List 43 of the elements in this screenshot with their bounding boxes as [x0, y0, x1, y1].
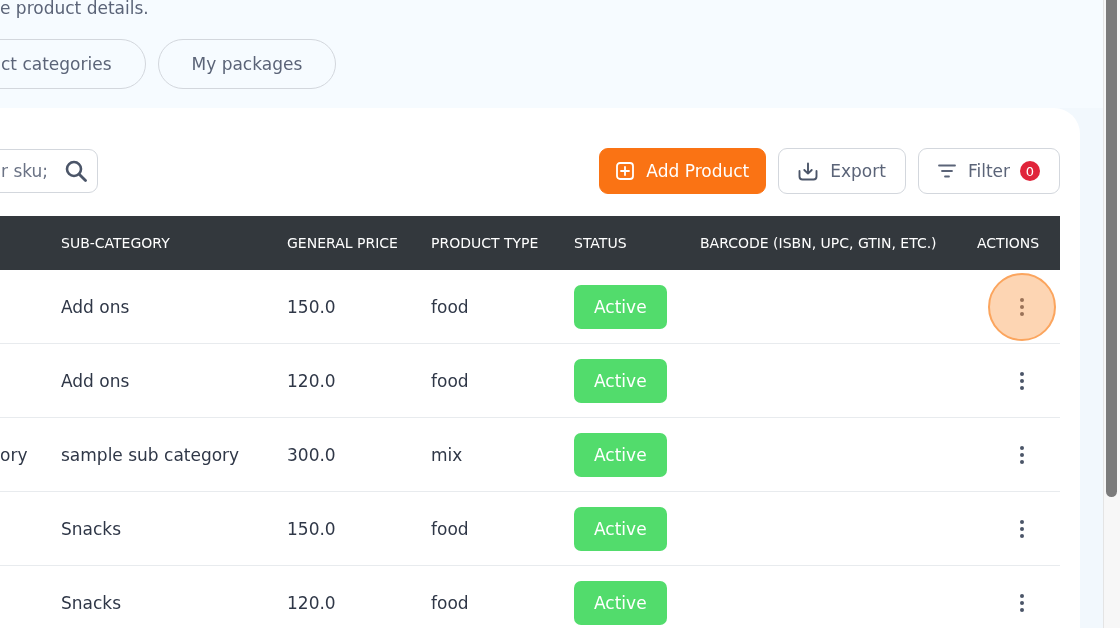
status-badge: Active — [574, 432, 667, 477]
column-header: GENERAL PRICE — [286, 235, 399, 251]
filter-icon — [937, 164, 956, 178]
filter-count-badge: 0 — [1020, 161, 1040, 181]
vertical-dots-icon — [1020, 445, 1024, 464]
column-header: ACTIONS — [976, 235, 1041, 251]
vertical-dots-icon — [1020, 519, 1024, 538]
scrollbar-thumb[interactable] — [1106, 0, 1117, 497]
table-cell: Snacks — [61, 592, 122, 613]
status-badge: Active — [574, 580, 667, 625]
column-header: SUB-CATEGORY — [60, 235, 171, 251]
column-header: STATUS — [573, 235, 628, 251]
table-cell: food — [431, 592, 469, 613]
table-cell: Snacks — [61, 518, 122, 539]
vertical-dots-icon — [1020, 593, 1024, 612]
search-icon[interactable] — [65, 160, 87, 182]
status-badge: Active — [574, 358, 667, 403]
vertical-dots-icon — [1020, 371, 1024, 390]
table-cell: sample sub category — [61, 444, 240, 465]
status-badge: Active — [574, 506, 667, 551]
filter-button[interactable]: Filter 0 — [917, 148, 1060, 194]
table-cell: 120.0 — [287, 370, 336, 391]
table-cell: 120.0 — [287, 592, 336, 613]
download-icon — [798, 161, 819, 181]
table-cell: 150.0 — [287, 518, 336, 539]
table-cell: 150.0 — [287, 296, 336, 317]
table-cell: food — [431, 370, 469, 391]
intro-text: e product details. — [0, 0, 149, 17]
table-cell: food — [431, 296, 469, 317]
vertical-dots-icon — [1020, 297, 1024, 316]
search-field[interactable]: r sku; — [0, 149, 98, 193]
status-badge: Active — [574, 284, 667, 329]
nav-pill-button[interactable]: ct categories — [0, 39, 146, 89]
table-cell: Add ons — [61, 370, 130, 391]
table-cell: food — [431, 518, 469, 539]
column-header: PRODUCT TYPE — [430, 235, 540, 251]
table-cell: 300.0 — [287, 444, 336, 465]
table-cell: Add ons — [61, 296, 130, 317]
table-cell: ory — [0, 444, 28, 465]
export-button[interactable]: Export — [778, 148, 906, 194]
column-header: BARCODE (ISBN, UPC, GTIN, ETC.) — [699, 235, 938, 251]
table-cell: mix — [431, 444, 463, 465]
plus-square-icon — [616, 162, 635, 180]
